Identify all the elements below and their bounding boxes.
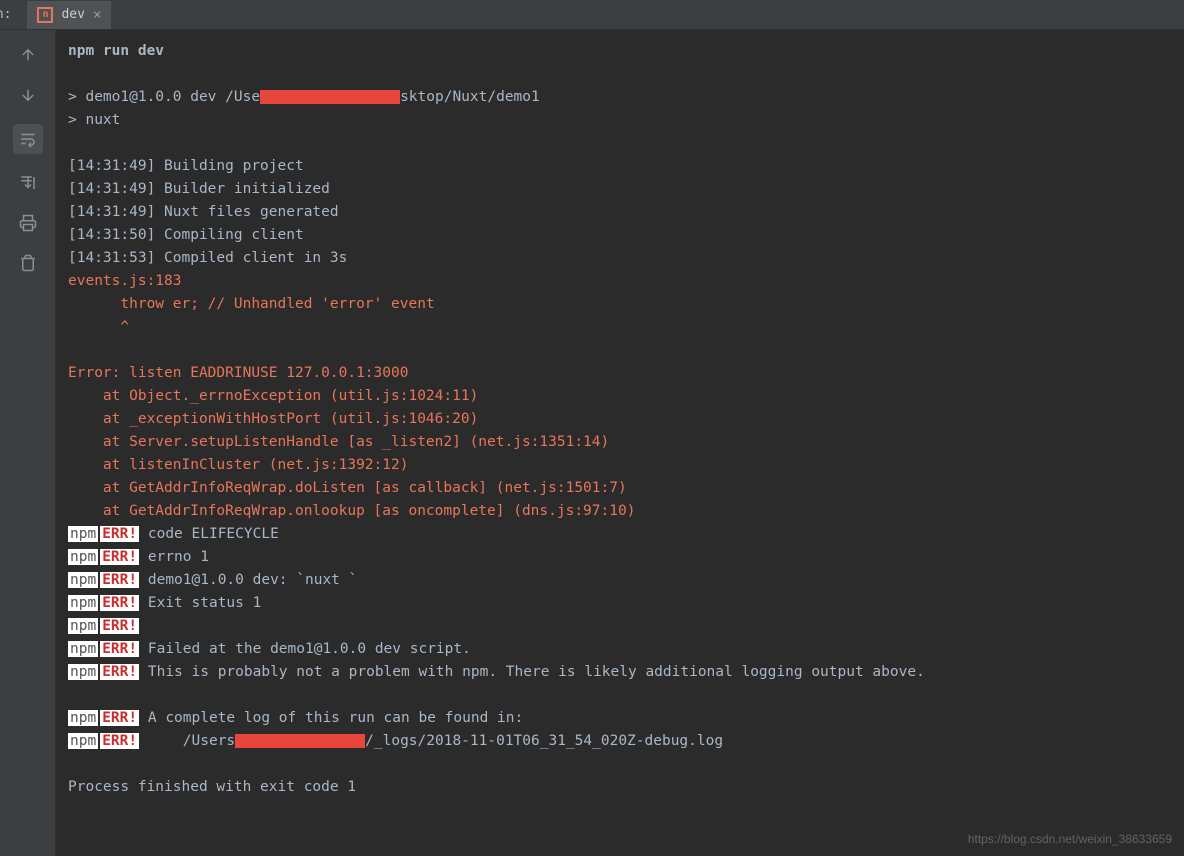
main-area: npm run dev > demo1@1.0.0 dev /Use sktop…: [0, 30, 1184, 856]
npm-log-suffix: /_logs/2018-11-01T06_31_54_020Z-debug.lo…: [365, 733, 723, 749]
err-tag: ERR!: [100, 595, 139, 611]
npm-tag: npm: [68, 572, 98, 588]
spawn-line-prefix: > demo1@1.0.0 dev /Use: [68, 89, 260, 105]
spawn-nuxt: > nuxt: [68, 112, 120, 128]
trash-icon[interactable]: [17, 252, 39, 274]
build-line: [14:31:49] Building project: [68, 158, 304, 174]
redacted-path: [260, 90, 400, 104]
err-tag: ERR!: [100, 618, 139, 634]
npm-msg: Failed at the demo1@1.0.0 dev script.: [139, 641, 471, 657]
npm-tag: npm: [68, 710, 98, 726]
top-bar: un: n dev ×: [0, 0, 1184, 30]
npm-tag: npm: [68, 664, 98, 680]
err-tag: ERR!: [100, 526, 139, 542]
stack-line: at _exceptionWithHostPort (util.js:1046:…: [68, 411, 478, 427]
err-tag: ERR!: [100, 641, 139, 657]
npm-tag: npm: [68, 733, 98, 749]
tab-label: dev: [61, 7, 84, 22]
npm-msg: Exit status 1: [139, 595, 261, 611]
spawn-line-suffix: sktop/Nuxt/demo1: [400, 89, 540, 105]
npm-msg: This is probably not a problem with npm.…: [139, 664, 925, 680]
stack-line: at listenInCluster (net.js:1392:12): [68, 457, 408, 473]
arrow-up-icon[interactable]: [17, 44, 39, 66]
err-tag: ERR!: [100, 664, 139, 680]
npm-tag: npm: [68, 595, 98, 611]
tab-dev[interactable]: n dev ×: [27, 1, 111, 29]
events-throw: throw er; // Unhandled 'error' event: [68, 296, 435, 312]
npm-icon: n: [37, 7, 53, 23]
build-line: [14:31:49] Builder initialized: [68, 181, 330, 197]
err-tag: ERR!: [100, 710, 139, 726]
npm-msg: errno 1: [139, 549, 209, 565]
watermark: https://blog.csdn.net/weixin_38633659: [968, 832, 1172, 846]
build-line: [14:31:53] Compiled client in 3s: [68, 250, 347, 266]
arrow-down-icon[interactable]: [17, 84, 39, 106]
redacted-user: [235, 734, 365, 748]
npm-log-intro: A complete log of this run can be found …: [139, 710, 523, 726]
build-line: [14:31:50] Compiling client: [68, 227, 304, 243]
build-line: [14:31:49] Nuxt files generated: [68, 204, 339, 220]
npm-msg: code ELIFECYCLE: [139, 526, 279, 542]
err-tag: ERR!: [100, 733, 139, 749]
run-label: un:: [0, 7, 17, 22]
scroll-to-end-icon[interactable]: [17, 172, 39, 194]
stack-line: at Server.setupListenHandle [as _listen2…: [68, 434, 609, 450]
events-caret: ^: [68, 319, 129, 335]
npm-tag: npm: [68, 641, 98, 657]
soft-wrap-icon[interactable]: [13, 124, 43, 154]
npm-tag: npm: [68, 526, 98, 542]
npm-log-prefix: /Users: [139, 733, 235, 749]
npm-tag: npm: [68, 618, 98, 634]
npm-tag: npm: [68, 549, 98, 565]
npm-msg: demo1@1.0.0 dev: `nuxt `: [139, 572, 357, 588]
close-icon[interactable]: ×: [93, 7, 101, 23]
terminal-output[interactable]: npm run dev > demo1@1.0.0 dev /Use sktop…: [56, 30, 1184, 856]
error-title: Error: listen EADDRINUSE 127.0.0.1:3000: [68, 365, 408, 381]
process-finished: Process finished with exit code 1: [68, 779, 356, 795]
stack-line: at Object._errnoException (util.js:1024:…: [68, 388, 478, 404]
cmd-line: npm run dev: [68, 43, 164, 59]
stack-line: at GetAddrInfoReqWrap.onlookup [as oncom…: [68, 503, 635, 519]
err-tag: ERR!: [100, 549, 139, 565]
err-tag: ERR!: [100, 572, 139, 588]
stack-line: at GetAddrInfoReqWrap.doListen [as callb…: [68, 480, 627, 496]
print-icon[interactable]: [17, 212, 39, 234]
events-header: events.js:183: [68, 273, 182, 289]
toolbar-gutter: [0, 30, 56, 856]
